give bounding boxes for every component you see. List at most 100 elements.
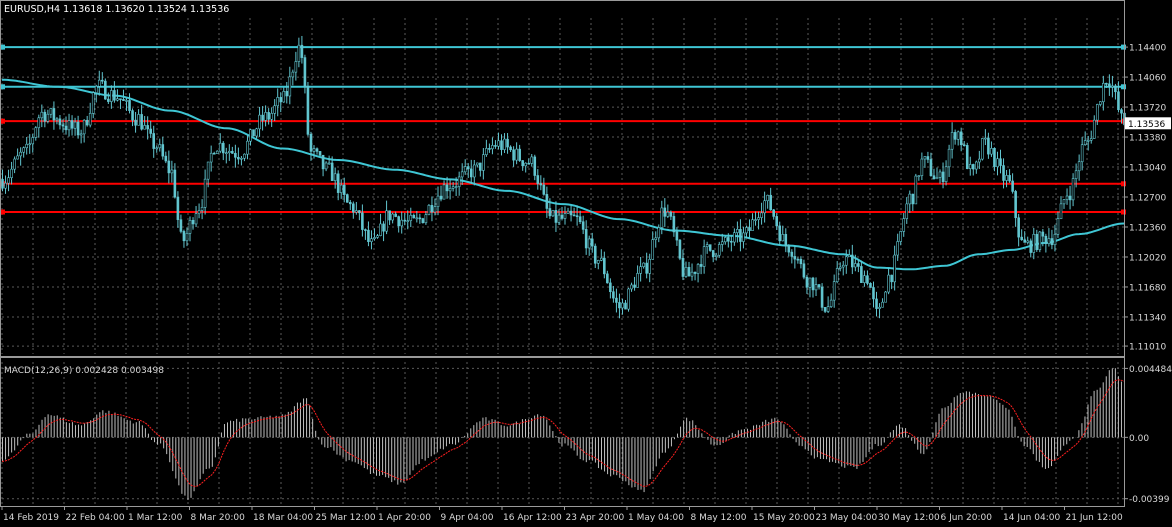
candle-body <box>799 258 803 265</box>
candle-body <box>987 137 990 155</box>
candle-body <box>439 195 443 200</box>
candle-body <box>1023 239 1026 243</box>
price-tick-label: 1.14060 <box>1129 74 1166 84</box>
candle-body <box>593 245 597 264</box>
time-tick-label: 23 May 04:00 <box>816 513 878 523</box>
candle-body <box>657 227 661 239</box>
candle-body <box>757 217 760 220</box>
candle-body <box>938 171 942 178</box>
candle-body <box>370 238 373 242</box>
price-tick-label: 1.11010 <box>1129 343 1166 353</box>
candle-body <box>209 152 213 163</box>
candle-body <box>630 284 633 290</box>
candle-body <box>194 213 198 225</box>
candle-body <box>696 264 700 274</box>
candle-body <box>460 171 464 178</box>
candle-body <box>122 99 125 101</box>
candle-body <box>1059 203 1063 220</box>
candle-body <box>851 254 854 268</box>
candle-body <box>999 158 1002 166</box>
candle-body <box>1056 218 1060 235</box>
candle-body <box>1035 233 1039 250</box>
candle-body <box>863 275 866 283</box>
candle-body <box>675 231 679 241</box>
trading-chart[interactable]: 1.14400 1.14060 1.13720 1.13380 1.13040 1.127… <box>0 0 1172 527</box>
candle-body <box>887 274 890 293</box>
candle-body <box>654 237 658 240</box>
candle-body <box>618 302 621 309</box>
candle-body <box>914 175 918 205</box>
candle-body <box>663 207 667 217</box>
price-tick-label: 1.13040 <box>1129 164 1166 174</box>
candle-body <box>451 186 455 189</box>
candle-body <box>394 213 397 217</box>
candle-body <box>1047 238 1051 244</box>
candle-body <box>993 148 996 167</box>
candle-body <box>191 219 195 225</box>
candle-body <box>962 144 966 147</box>
time-tick-label: 6 Jun 20:00 <box>941 513 993 523</box>
candle-body <box>981 138 984 160</box>
candle-body <box>847 254 851 258</box>
candle-body <box>1117 91 1120 111</box>
candle-body <box>255 128 258 137</box>
candle-body <box>333 173 337 181</box>
candle-body <box>615 297 618 303</box>
level-handle[interactable] <box>1121 209 1126 215</box>
candle-body <box>1083 140 1087 146</box>
candle-body <box>85 119 89 126</box>
candle-body <box>1011 180 1014 192</box>
symbol-header: EURUSD,H4 1.13618 1.13620 1.13524 1.1353… <box>4 4 229 15</box>
candle-body <box>944 166 948 182</box>
candle-body <box>406 220 410 222</box>
candle-body <box>167 160 171 174</box>
candle-body <box>297 44 301 62</box>
candle-body <box>382 223 385 232</box>
candle-body <box>433 206 437 213</box>
level-handle[interactable] <box>1121 181 1126 187</box>
candle-body <box>832 281 836 301</box>
candle-body <box>920 158 924 176</box>
candle-body <box>772 209 775 217</box>
candle-body <box>829 299 833 307</box>
candle-body <box>285 91 289 97</box>
candle-body <box>1089 138 1093 141</box>
time-tick-label: 18 Mar 04:00 <box>253 513 313 523</box>
candle-body <box>860 266 863 283</box>
candle-body <box>252 129 255 137</box>
candle-body <box>941 171 945 182</box>
candle-body <box>651 239 655 260</box>
candle-body <box>624 302 627 310</box>
candle-body <box>273 105 276 114</box>
candle-body <box>548 208 552 217</box>
candle-body <box>693 271 697 274</box>
candle-body <box>330 162 334 181</box>
candle-body <box>206 161 210 180</box>
candle-body <box>950 132 954 150</box>
candle-body <box>509 146 512 151</box>
candle-body <box>521 160 524 167</box>
candle-body <box>609 282 612 293</box>
candle-body <box>965 145 969 169</box>
candle-body <box>751 219 754 231</box>
candle-body <box>600 257 603 261</box>
candle-body <box>1041 231 1045 237</box>
candle-body <box>140 114 143 130</box>
candle-body <box>678 239 682 259</box>
candle-body <box>472 164 476 178</box>
time-tick-label: 23 Apr 20:00 <box>566 513 625 523</box>
candle-body <box>409 214 413 221</box>
candle-body <box>179 219 183 232</box>
candle-body <box>551 210 555 217</box>
candle-body <box>391 213 394 221</box>
candle-body <box>844 256 848 266</box>
price-tick-label: 1.13720 <box>1129 104 1166 114</box>
candle-body <box>40 111 44 119</box>
candle-body <box>97 79 101 87</box>
candle-body <box>645 262 648 274</box>
time-tick-label: 1 May 04:00 <box>628 513 684 523</box>
candle-body <box>264 112 267 121</box>
candle-body <box>312 148 316 152</box>
price-tick-label: 1.12020 <box>1129 253 1166 263</box>
level-handle[interactable] <box>1121 84 1126 90</box>
